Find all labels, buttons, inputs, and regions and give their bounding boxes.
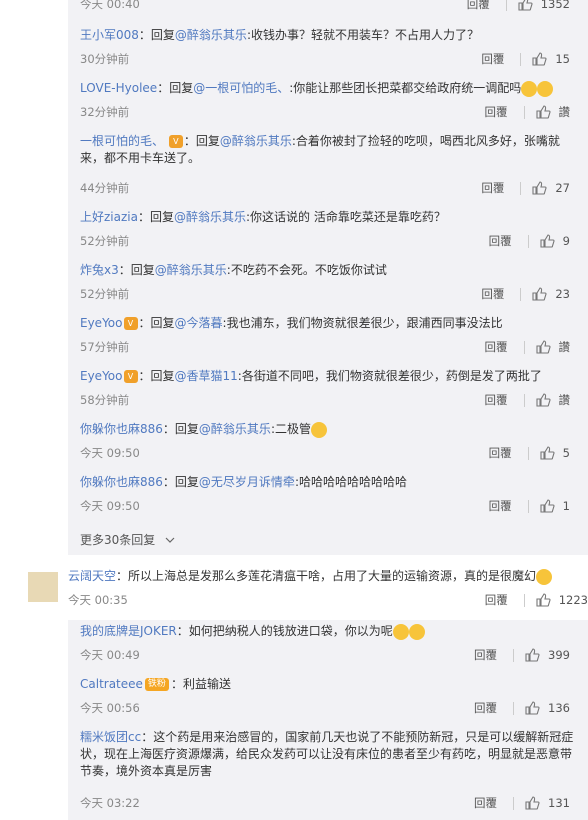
reply-time: 30分钟前 <box>80 52 130 66</box>
emoji-icon <box>408 623 425 640</box>
like-count: 136 <box>548 701 570 715</box>
thumbs-up-icon[interactable] <box>531 180 547 196</box>
reply-button[interactable]: 回覆 <box>485 339 508 355</box>
comment-actions: 回覆 1223 <box>485 592 588 608</box>
reply-actions: 回覆 讚 <box>485 339 571 355</box>
more-replies-link[interactable]: 更多30条回复 <box>80 531 175 548</box>
comment-item: 云阔天空：所以上海总是发那么多莲花清瘟干啥，占用了大量的运输资源，真的是很魔幻 <box>68 566 568 587</box>
emoji-icon <box>536 568 553 585</box>
thumbs-up-icon[interactable] <box>524 700 540 716</box>
reply-actions: 回覆 399 <box>474 647 570 663</box>
reply-button[interactable]: 回覆 <box>467 0 490 12</box>
thumbs-up-icon[interactable] <box>531 51 547 67</box>
badge-icon: 铁粉 <box>144 678 169 691</box>
chevron-down-icon <box>165 537 175 543</box>
emoji-icon <box>521 80 538 97</box>
reply-item: 你躲你也麻886：回复@无尽岁月诉情牵:哈哈哈哈哈哈哈哈哈 <box>80 475 407 489</box>
reply-actions: 回覆 1 <box>489 498 570 514</box>
thumbs-up-icon[interactable] <box>539 233 555 249</box>
avatar[interactable] <box>28 572 58 602</box>
reply-time: 今天 00:40 <box>80 0 140 11</box>
reply-time: 57分钟前 <box>80 340 130 354</box>
reply-item: 我的底牌是JOKER：如何把纳税人的钱放进口袋，你以为呢 <box>80 622 580 640</box>
reply-time: 今天 00:49 <box>80 648 140 662</box>
reply-time: 今天 09:50 <box>80 446 140 460</box>
reply-time: 52分钟前 <box>80 287 130 301</box>
thumbs-up-icon[interactable] <box>539 498 555 514</box>
like-count: 5 <box>562 446 570 460</box>
reply-button[interactable]: 回覆 <box>485 392 508 408</box>
reply-item: 炸兔x3：回复@醉翁乐其乐:不吃药不会死。不吃饭你试试 <box>80 263 387 277</box>
comment-time: 今天 00:35 <box>68 593 128 607</box>
reply-item: Caltrateee 铁粉 ：利益输送 <box>80 677 231 691</box>
reply-item: 糯米饭团cc：这个药是用来治感冒的，国家前几天也说了不能预防新冠，只是可以缓解新… <box>80 730 574 778</box>
reply-time: 今天 03:22 <box>80 796 140 810</box>
thumbs-up-icon[interactable] <box>535 592 551 608</box>
thumbs-up-icon[interactable] <box>524 647 540 663</box>
like-count: 23 <box>555 287 570 301</box>
reply-actions: 回覆 15 <box>481 51 570 67</box>
reply-actions: 回覆 讚 <box>485 104 571 120</box>
reply-button[interactable]: 回覆 <box>474 647 497 663</box>
reply-item: 王小军008：回复@醉翁乐其乐:收钱办事？轻就不用装车？不占用人力了？ <box>80 28 479 42</box>
reply-button[interactable]: 回覆 <box>481 286 504 302</box>
reply-actions: 回覆 5 <box>489 445 570 461</box>
like-count: 讚 <box>558 393 571 407</box>
reply-actions: 回覆 1352 <box>467 0 570 12</box>
reply-username[interactable]: 王小军008 <box>80 28 139 42</box>
like-count: 9 <box>562 234 570 248</box>
like-count: 1352 <box>540 0 570 11</box>
reply-item: EyeYoo V ：回复@今落暮:我也浦东，我们物资就很差很少，跟浦西同事没法比 <box>80 316 503 330</box>
reply-actions: 回覆 讚 <box>485 392 571 408</box>
reply-time: 58分钟前 <box>80 393 130 407</box>
reply-item: 一根可怕的毛、 V ：回复@醉翁乐其乐:合着你被封了捡轻的吃呗，喝西北风多好，张嘴… <box>80 134 560 165</box>
emoji-icon <box>392 623 409 640</box>
reply-button[interactable]: 回覆 <box>481 180 504 196</box>
reply-button[interactable]: 回覆 <box>485 592 508 608</box>
reply-button[interactable]: 回覆 <box>474 795 497 811</box>
thumbs-up-icon[interactable] <box>524 795 540 811</box>
reply-actions: 回覆 131 <box>474 795 570 811</box>
reply-time: 今天 00:56 <box>80 701 140 715</box>
thumbs-up-icon[interactable] <box>535 392 551 408</box>
like-count: 讚 <box>558 105 571 119</box>
reply-button[interactable]: 回覆 <box>489 233 512 249</box>
reply-time: 32分钟前 <box>80 105 130 119</box>
reply-button[interactable]: 回覆 <box>481 51 504 67</box>
like-count: 1223 <box>558 593 588 607</box>
reply-item: 你躲你也麻886：回复@醉翁乐其乐:二极管 <box>80 420 580 438</box>
thumbs-up-icon[interactable] <box>539 445 555 461</box>
reply-button[interactable]: 回覆 <box>474 700 497 716</box>
reply-actions: 回覆 9 <box>489 233 570 249</box>
reply-button[interactable]: 回覆 <box>489 445 512 461</box>
reply-item: LOVE-Hyolee：回复@一根可怕的毛、:你能让那些团长把菜都交给政府统一调… <box>80 79 580 97</box>
reply-time: 52分钟前 <box>80 234 130 248</box>
reply-actions: 回覆 23 <box>481 286 570 302</box>
badge-icon: V <box>168 135 183 148</box>
reply-time: 今天 09:50 <box>80 499 140 513</box>
reply-time: 44分钟前 <box>80 181 130 195</box>
badge-icon: V <box>123 370 138 383</box>
reply-button[interactable]: 回覆 <box>489 498 512 514</box>
reply-actions: 回覆 136 <box>474 700 570 716</box>
thumbs-up-icon[interactable] <box>531 286 547 302</box>
reply-item: 上好ziazia：回复@醉翁乐其乐:你这话说的 活命靠吃菜还是靠吃药？ <box>80 210 446 224</box>
emoji-icon <box>537 80 554 97</box>
thumbs-up-icon[interactable] <box>535 104 551 120</box>
reply-actions: 回覆 27 <box>481 180 570 196</box>
like-count: 15 <box>555 52 570 66</box>
thumbs-up-icon[interactable] <box>535 339 551 355</box>
reply-button[interactable]: 回覆 <box>485 104 508 120</box>
like-count: 27 <box>555 181 570 195</box>
like-count: 1 <box>562 499 570 513</box>
like-count: 讚 <box>558 340 571 354</box>
thumbs-up-icon[interactable] <box>517 0 533 12</box>
badge-icon: V <box>123 317 138 330</box>
reply-item: EyeYoo V ：回复@香草猫11:各街道不同吧，我们物资就很差很少，药倒是发了两… <box>80 369 542 383</box>
comment-username[interactable]: 云阔天空 <box>68 569 116 583</box>
like-count: 399 <box>548 648 570 662</box>
like-count: 131 <box>548 796 570 810</box>
emoji-icon <box>310 421 327 438</box>
